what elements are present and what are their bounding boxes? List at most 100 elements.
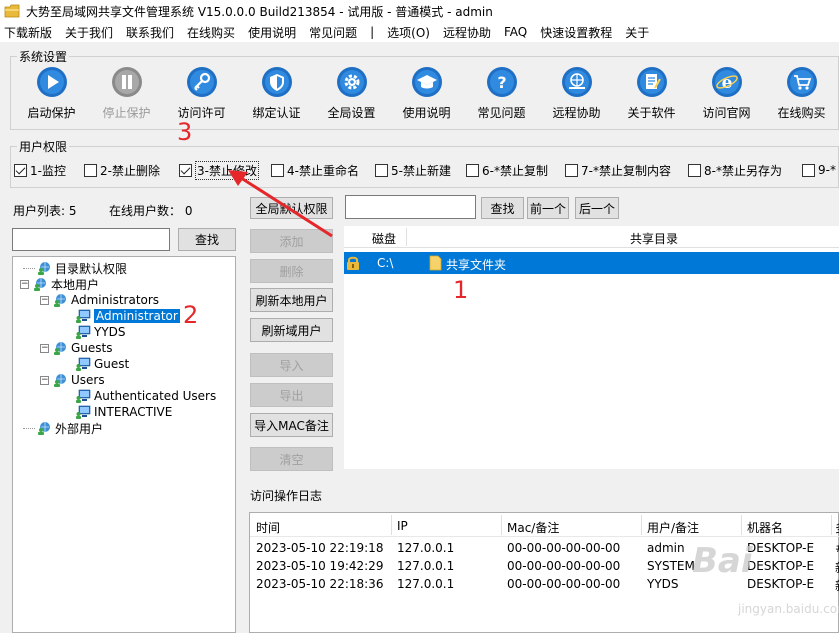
perm-no-save-as[interactable]: 8-*禁止另存为: [688, 162, 802, 179]
buy-online-label: 在线购买: [777, 106, 826, 120]
checkbox[interactable]: [84, 163, 97, 177]
perm-no-copy-content[interactable]: 7-*禁止复制内容: [565, 162, 688, 179]
global-settings-button[interactable]: 全局设置: [314, 66, 389, 126]
share-row-selected[interactable]: C:\ 共享文件夹: [344, 252, 839, 274]
perm-no-copy[interactable]: 6-*禁止复制: [466, 162, 565, 179]
remote-assist-button[interactable]: 远程协助: [539, 66, 614, 126]
ie-icon: e: [711, 66, 743, 98]
tree-node-local-users[interactable]: − 本地用户: [20, 276, 99, 292]
checkbox[interactable]: [802, 163, 815, 177]
tree-expander[interactable]: −: [40, 375, 49, 385]
globe-user-icon: [54, 342, 66, 355]
visit-website-button[interactable]: e 访问官网: [689, 66, 764, 126]
pause-icon: [111, 66, 143, 98]
menu-item-download[interactable]: 下载新版: [4, 24, 52, 41]
tree-node-guests[interactable]: − Guests: [40, 340, 113, 356]
globe-user-icon: [38, 262, 50, 275]
log-extra: 新: [835, 577, 839, 594]
menu-item-about-us[interactable]: 关于我们: [65, 24, 113, 41]
menu-item-buy-online[interactable]: 在线购买: [187, 24, 235, 41]
svg-text:?: ?: [497, 73, 506, 92]
log-col-extra[interactable]: 多: [835, 519, 839, 536]
perm-no-create[interactable]: 5-禁止新建: [375, 162, 466, 179]
tree-node-external-users[interactable]: 外部用户: [23, 420, 103, 436]
col-share-dir[interactable]: 共享目录: [630, 230, 678, 247]
checkbox[interactable]: [466, 163, 479, 177]
manual-button[interactable]: 使用说明: [389, 66, 464, 126]
gear-icon: [336, 66, 368, 98]
log-col-mac[interactable]: Mac/备注: [507, 519, 559, 536]
perm-no-delete[interactable]: 2-禁止删除: [84, 162, 179, 179]
tree-expander[interactable]: −: [20, 279, 29, 289]
folder-icon: [429, 255, 442, 271]
log-user: admin: [647, 541, 685, 555]
clear-button[interactable]: 清空: [250, 447, 333, 471]
tree-node-interactive[interactable]: INTERACTIVE: [75, 404, 172, 420]
access-permission-button[interactable]: 访问许可: [164, 66, 239, 126]
share-find-button[interactable]: 查找: [481, 197, 524, 219]
delete-button[interactable]: 删除: [250, 259, 333, 283]
refresh-local-users-button[interactable]: 刷新本地用户: [250, 288, 333, 312]
checkbox[interactable]: [375, 163, 388, 177]
tree-expander[interactable]: −: [40, 343, 49, 353]
start-protection-button[interactable]: 启动保护: [14, 66, 89, 126]
share-table: 磁盘 共享目录 C:\ 共享文件夹: [344, 226, 839, 469]
user-tree[interactable]: 目录默认权限 − 本地用户 − Administrators Administr…: [12, 256, 236, 633]
log-user: SYSTEM: [647, 559, 695, 573]
share-search-input[interactable]: [345, 195, 476, 219]
faq-button[interactable]: ? 常见问题: [464, 66, 539, 126]
tree-expander[interactable]: −: [40, 295, 49, 305]
tree-node-administrator[interactable]: Administrator: [75, 308, 180, 324]
tree-node-administrators[interactable]: − Administrators: [40, 292, 159, 308]
watermark-logo: Bai: [692, 541, 753, 581]
log-col-machine[interactable]: 机器名: [747, 519, 783, 536]
menu-item-manual[interactable]: 使用说明: [248, 24, 296, 41]
bind-auth-button[interactable]: 绑定认证: [239, 66, 314, 126]
global-settings-label: 全局设置: [327, 106, 376, 120]
log-col-user[interactable]: 用户/备注: [647, 519, 699, 536]
tree-line: [23, 427, 35, 429]
menu-separator: |: [370, 25, 375, 39]
share-next-button[interactable]: 后一个: [575, 197, 619, 219]
log-machine: DESKTOP-E: [747, 577, 815, 591]
menu-item-options[interactable]: 选项(O): [387, 24, 430, 41]
export-button[interactable]: 导出: [250, 383, 333, 407]
checkbox-checked[interactable]: [179, 163, 192, 177]
log-user: YYDS: [647, 577, 679, 591]
tree-node-yyds[interactable]: YYDS: [75, 324, 126, 340]
menu-item-faq[interactable]: FAQ: [504, 25, 527, 39]
checkbox-checked[interactable]: [14, 163, 27, 177]
refresh-domain-users-button[interactable]: 刷新域用户: [250, 318, 333, 342]
tree-node-guest[interactable]: Guest: [75, 356, 129, 372]
share-folder: 共享文件夹: [446, 258, 507, 272]
checkbox[interactable]: [688, 163, 701, 177]
stop-protection-button[interactable]: 停止保护: [89, 66, 164, 126]
tree-node-default-permission[interactable]: 目录默认权限: [23, 260, 127, 276]
about-software-button[interactable]: 关于软件: [614, 66, 689, 126]
perm-monitor[interactable]: 1-监控: [14, 162, 84, 179]
perm-9[interactable]: 9-*: [802, 163, 839, 177]
menu-item-contact-us[interactable]: 联系我们: [126, 24, 174, 41]
log-time: 2023-05-10 22:19:18: [256, 541, 384, 555]
log-col-ip[interactable]: IP: [397, 519, 408, 533]
app-folder-icon: [4, 4, 20, 18]
user-permission-title: 用户权限: [17, 138, 70, 155]
import-mac-note-button[interactable]: 导入MAC备注: [250, 413, 333, 437]
import-button[interactable]: 导入: [250, 353, 333, 377]
log-col-time[interactable]: 时间: [256, 519, 280, 536]
menu-bar: 下载新版 关于我们 联系我们 在线购买 使用说明 常见问题 | 选项(O) 远程…: [0, 22, 839, 42]
menu-item-about[interactable]: 关于: [625, 24, 649, 41]
checkbox[interactable]: [565, 163, 578, 177]
buy-online-button[interactable]: 在线购买: [764, 66, 839, 126]
user-search-input[interactable]: [12, 228, 170, 251]
menu-item-faq-cn[interactable]: 常见问题: [309, 24, 357, 41]
tree-node-authenticated-users[interactable]: Authenticated Users: [75, 388, 216, 404]
share-prev-button[interactable]: 前一个: [527, 197, 569, 219]
log-machine: DESKTOP-E: [747, 559, 815, 573]
menu-item-remote-help[interactable]: 远程协助: [443, 24, 491, 41]
menu-item-quick-setup[interactable]: 快速设置教程: [540, 24, 612, 41]
tree-node-users[interactable]: − Users: [40, 372, 105, 388]
col-disk[interactable]: 磁盘: [372, 230, 396, 247]
graduation-cap-icon: [411, 66, 443, 98]
annotation-number-2: 2: [183, 301, 199, 329]
